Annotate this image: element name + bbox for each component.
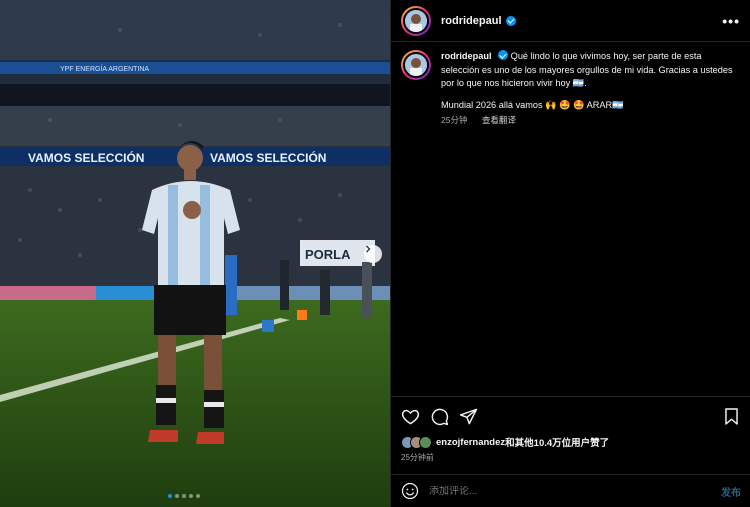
author-avatar[interactable] [401,5,431,36]
comment-icon [431,408,449,426]
next-photo-button[interactable] [364,245,382,263]
author-username[interactable]: rodridepaul [441,15,502,27]
chevron-right-icon [366,245,371,253]
post-comment-button[interactable]: 发布 [721,484,741,499]
comment-button[interactable] [430,407,449,426]
caption-timestamp: 25分钟 [441,115,468,125]
carousel-dot [196,494,200,498]
upper-banner-text: YPF ENERGÍA ARGENTINA [60,64,149,73]
liker-avatar [419,435,432,449]
comment-bar: 发布 [391,474,750,507]
save-button[interactable] [722,407,741,426]
post-caption: rodridepaul Qué lindo lo que vivimos hoy… [391,42,750,128]
avatar-image [405,54,427,76]
post-photo: YPF ENERGÍA ARGENTINA VAMOS SELECCIÓN VA… [0,0,390,507]
stadium-scene: YPF ENERGÍA ARGENTINA VAMOS SELECCIÓN VA… [0,0,390,507]
verified-badge-icon [505,15,516,26]
verified-badge-icon [498,50,509,60]
caption-body: rodridepaul Qué lindo lo que vivimos hoy… [441,50,740,128]
carousel-dot-active [168,494,172,498]
carousel-dot [175,494,179,498]
post-actions: enzojfernandez 和其他10.4万位用户赞了 25分钟前 [391,396,750,463]
post-panel: rodridepaul ••• rodridepaul Qué lindo lo… [390,0,750,507]
caption-username[interactable]: rodridepaul [441,51,492,61]
post-header: rodridepaul ••• [391,0,750,42]
share-button[interactable] [459,407,478,426]
avatar-image [405,9,427,32]
caption-author-avatar[interactable] [401,50,431,80]
comment-input[interactable] [429,485,721,497]
stand-sign: PORLA [305,247,351,262]
more-options-icon[interactable]: ••• [722,13,740,29]
emoji-button[interactable] [401,482,419,500]
caption-text: rodridepaul Qué lindo lo que vivimos hoy… [441,50,740,91]
like-button[interactable] [401,407,420,426]
caption-meta: 25分钟 查看翻译 [441,114,740,128]
heart-icon [401,409,420,425]
emoji-icon [401,482,419,500]
led-banner-left: VAMOS SELECCIÓN [28,150,144,165]
post-time[interactable]: 25分钟前 [401,452,741,463]
carousel-dot [182,494,186,498]
send-icon [459,408,478,425]
liked-by-user[interactable]: enzojfernandez [436,437,505,448]
liker-avatars[interactable] [401,435,432,449]
action-buttons [401,407,741,426]
likes-summary: enzojfernandez 和其他10.4万位用户赞了 [401,435,741,449]
led-banner-right: VAMOS SELECCIÓN [210,150,326,165]
liked-by-count[interactable]: 和其他10.4万位用户赞了 [505,435,609,449]
bookmark-icon [725,408,738,425]
carousel-dot [189,494,193,498]
caption-line-2: Mundial 2026 allá vamos 🙌 🤩 🤩 ARAR🇦🇷 [441,99,624,110]
see-translation-link[interactable]: 查看翻译 [482,115,516,125]
carousel-indicator [168,494,200,498]
